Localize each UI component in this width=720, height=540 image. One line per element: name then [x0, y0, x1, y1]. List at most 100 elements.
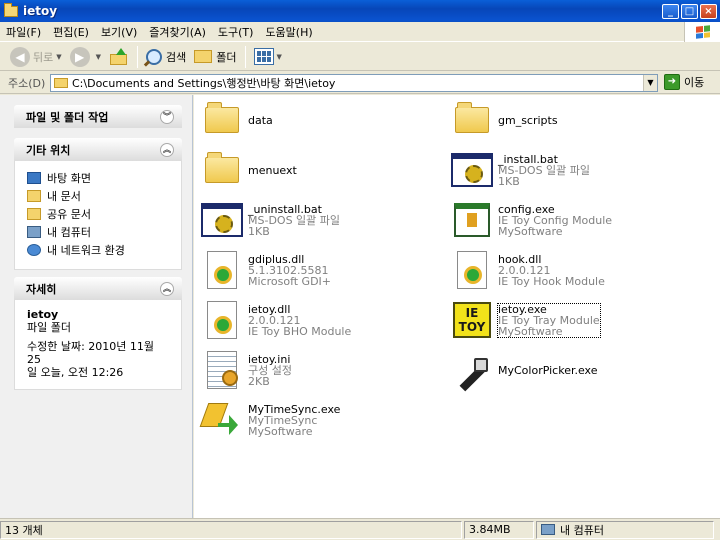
file-description: IE Toy Hook Module: [498, 274, 605, 288]
total-size: 3.84MB: [469, 523, 511, 536]
details-panel: 자세히 ︽ ietoy 파일 폴더 수정한 날짜: 2010년 11월 25 일…: [14, 277, 182, 390]
file-version: 2.0.0.121: [498, 263, 551, 277]
folder-icon: [4, 2, 18, 17]
link-label[interactable]: 공유 문서: [47, 206, 91, 222]
collapse-icon[interactable]: ︽: [160, 281, 174, 296]
dll-file-icon: [448, 248, 496, 292]
address-input[interactable]: C:\Documents and Settings\행정반\바탕 화면\ieto…: [50, 74, 658, 92]
title-bar[interactable]: ietoy _ □ ×: [0, 0, 720, 22]
file-item-hook-dll[interactable]: hook.dll 2.0.0.121 IE Toy Hook Module: [448, 247, 710, 293]
menu-view[interactable]: 보기(V): [95, 24, 143, 40]
status-size: 3.84MB: [464, 520, 534, 539]
file-text: ietoy.exe IE Toy Tray Module MySoftware: [497, 302, 601, 338]
menu-favorites[interactable]: 즐겨찾기(A): [143, 24, 212, 40]
file-name: _install.bat: [498, 152, 558, 166]
file-version: 5.1.3102.5581: [248, 263, 329, 277]
chevron-down-icon[interactable]: ▼: [643, 75, 657, 91]
link-shared-documents[interactable]: 공유 문서: [27, 205, 171, 223]
expand-icon[interactable]: ︾: [160, 109, 174, 124]
ini-file-icon: [198, 348, 246, 392]
back-button[interactable]: ◀ 뒤로 ▼: [6, 45, 66, 69]
other-places-panel: 기타 위치 ︽ 바탕 화면 내 문서 공유 문서 내 컴퓨터 내 네트워크 환경: [14, 138, 182, 270]
chevron-down-icon[interactable]: ▼: [96, 53, 101, 61]
file-item-gm-scripts[interactable]: gm_scripts: [448, 97, 710, 143]
collapse-icon[interactable]: ︽: [160, 142, 174, 157]
minimize-button[interactable]: _: [662, 3, 679, 19]
file-type: MS-DOS 일괄 파일: [248, 213, 341, 227]
panel-title: 기타 위치: [26, 143, 71, 157]
file-text: MyColorPicker.exe: [498, 365, 597, 376]
file-name: menuext: [248, 163, 297, 177]
views-button[interactable]: ▼: [250, 45, 286, 69]
config-exe-icon: [448, 198, 496, 242]
go-button[interactable]: ➜ 이동: [664, 74, 704, 90]
panel-title: 파일 및 폴더 작업: [26, 110, 109, 124]
ietoy-icon-label-toy: TOY: [458, 320, 486, 334]
network-icon: [27, 244, 41, 256]
batch-file-icon: [198, 198, 246, 242]
file-item-install-bat[interactable]: _install.bat MS-DOS 일괄 파일 1KB: [448, 147, 710, 193]
menu-bar: 파일(F) 편집(E) 보기(V) 즐겨찾기(A) 도구(T) 도움말(H): [0, 22, 720, 42]
link-my-documents[interactable]: 내 문서: [27, 187, 171, 205]
file-name: MyColorPicker.exe: [498, 363, 598, 377]
file-item-ietoy-dll[interactable]: ietoy.dll 2.0.0.121 IE Toy BHO Module: [198, 297, 460, 343]
file-text: _install.bat MS-DOS 일괄 파일 1KB: [498, 154, 590, 187]
file-item-gdiplus-dll[interactable]: gdiplus.dll 5.1.3102.5581 Microsoft GDI+: [198, 247, 460, 293]
desktop-icon: [27, 172, 41, 184]
file-item-ietoy-ini[interactable]: ietoy.ini 구성 설정 2KB: [198, 347, 460, 393]
file-text: config.exe IE Toy Config Module MySoftwa…: [498, 204, 612, 237]
panel-body: 바탕 화면 내 문서 공유 문서 내 컴퓨터 내 네트워크 환경: [14, 161, 182, 270]
file-description: Microsoft GDI+: [248, 274, 332, 288]
detail-modified: 수정한 날짜: 2010년 11월 25: [27, 340, 155, 366]
file-item-menuext[interactable]: menuext: [198, 147, 460, 193]
link-my-computer[interactable]: 내 컴퓨터: [27, 223, 171, 241]
file-list[interactable]: data gm_scripts menuext _install.bat MS-…: [194, 95, 720, 518]
file-item-mytimesync-exe[interactable]: MyTimeSync.exe MyTimeSync MySoftware: [198, 397, 460, 443]
file-company: MySoftware: [248, 424, 313, 438]
my-computer-icon: [27, 226, 41, 238]
link-desktop[interactable]: 바탕 화면: [27, 169, 171, 187]
panel-header[interactable]: 파일 및 폴더 작업 ︾: [14, 105, 182, 128]
maximize-button[interactable]: □: [681, 3, 698, 19]
file-name: ietoy.dll: [248, 302, 291, 316]
menu-help[interactable]: 도움말(H): [259, 24, 318, 40]
dll-file-icon: [198, 298, 246, 342]
up-button[interactable]: [105, 45, 133, 69]
file-name: data: [248, 113, 273, 127]
link-label[interactable]: 내 네트워크 환경: [47, 242, 125, 258]
menu-tools[interactable]: 도구(T): [212, 24, 260, 40]
link-label[interactable]: 바탕 화면: [47, 170, 91, 186]
chevron-down-icon[interactable]: ▼: [277, 53, 282, 61]
panel-header[interactable]: 기타 위치 ︽: [14, 138, 182, 161]
panel-header[interactable]: 자세히 ︽: [14, 277, 182, 300]
color-picker-icon: [448, 348, 496, 392]
file-item-config-exe[interactable]: config.exe IE Toy Config Module MySoftwa…: [448, 197, 710, 243]
link-network[interactable]: 내 네트워크 환경: [27, 241, 171, 259]
address-path[interactable]: C:\Documents and Settings\행정반\바탕 화면\ieto…: [72, 75, 643, 91]
file-item-ietoy-exe[interactable]: IE TOY ietoy.exe IE Toy Tray Module MySo…: [448, 297, 710, 343]
file-item-data[interactable]: data: [198, 97, 460, 143]
link-label[interactable]: 내 컴퓨터: [47, 224, 91, 240]
search-label: 검색: [166, 50, 187, 64]
file-type: 구성 설정: [248, 363, 292, 377]
file-item-mycolorpicker-exe[interactable]: MyColorPicker.exe: [448, 347, 710, 393]
address-label: 주소(D): [8, 76, 46, 90]
menu-file[interactable]: 파일(F): [0, 24, 47, 40]
link-label[interactable]: 내 문서: [47, 188, 81, 204]
menu-edit[interactable]: 편집(E): [47, 24, 95, 40]
chevron-down-icon[interactable]: ▼: [56, 53, 61, 61]
folders-button[interactable]: 폴더: [190, 45, 240, 69]
file-type: MS-DOS 일괄 파일: [498, 163, 591, 177]
address-bar: 주소(D) C:\Documents and Settings\행정반\바탕 화…: [0, 72, 720, 94]
task-pane: 파일 및 폴더 작업 ︾ 기타 위치 ︽ 바탕 화면 내 문서 공유 문서 내 …: [0, 95, 193, 518]
file-item-uninstall-bat[interactable]: _uninstall.bat MS-DOS 일괄 파일 1KB: [198, 197, 460, 243]
search-button[interactable]: 검색: [142, 45, 190, 69]
close-button[interactable]: ×: [700, 3, 717, 19]
folders-icon: [194, 50, 213, 63]
back-arrow-icon: ◀: [10, 46, 30, 67]
file-company: MySoftware: [498, 224, 563, 238]
forward-button[interactable]: ▶ ▼: [66, 45, 105, 69]
folder-icon: [198, 98, 246, 142]
detail-type: 파일 폴더: [27, 321, 71, 334]
file-company: MySoftware: [498, 324, 563, 338]
